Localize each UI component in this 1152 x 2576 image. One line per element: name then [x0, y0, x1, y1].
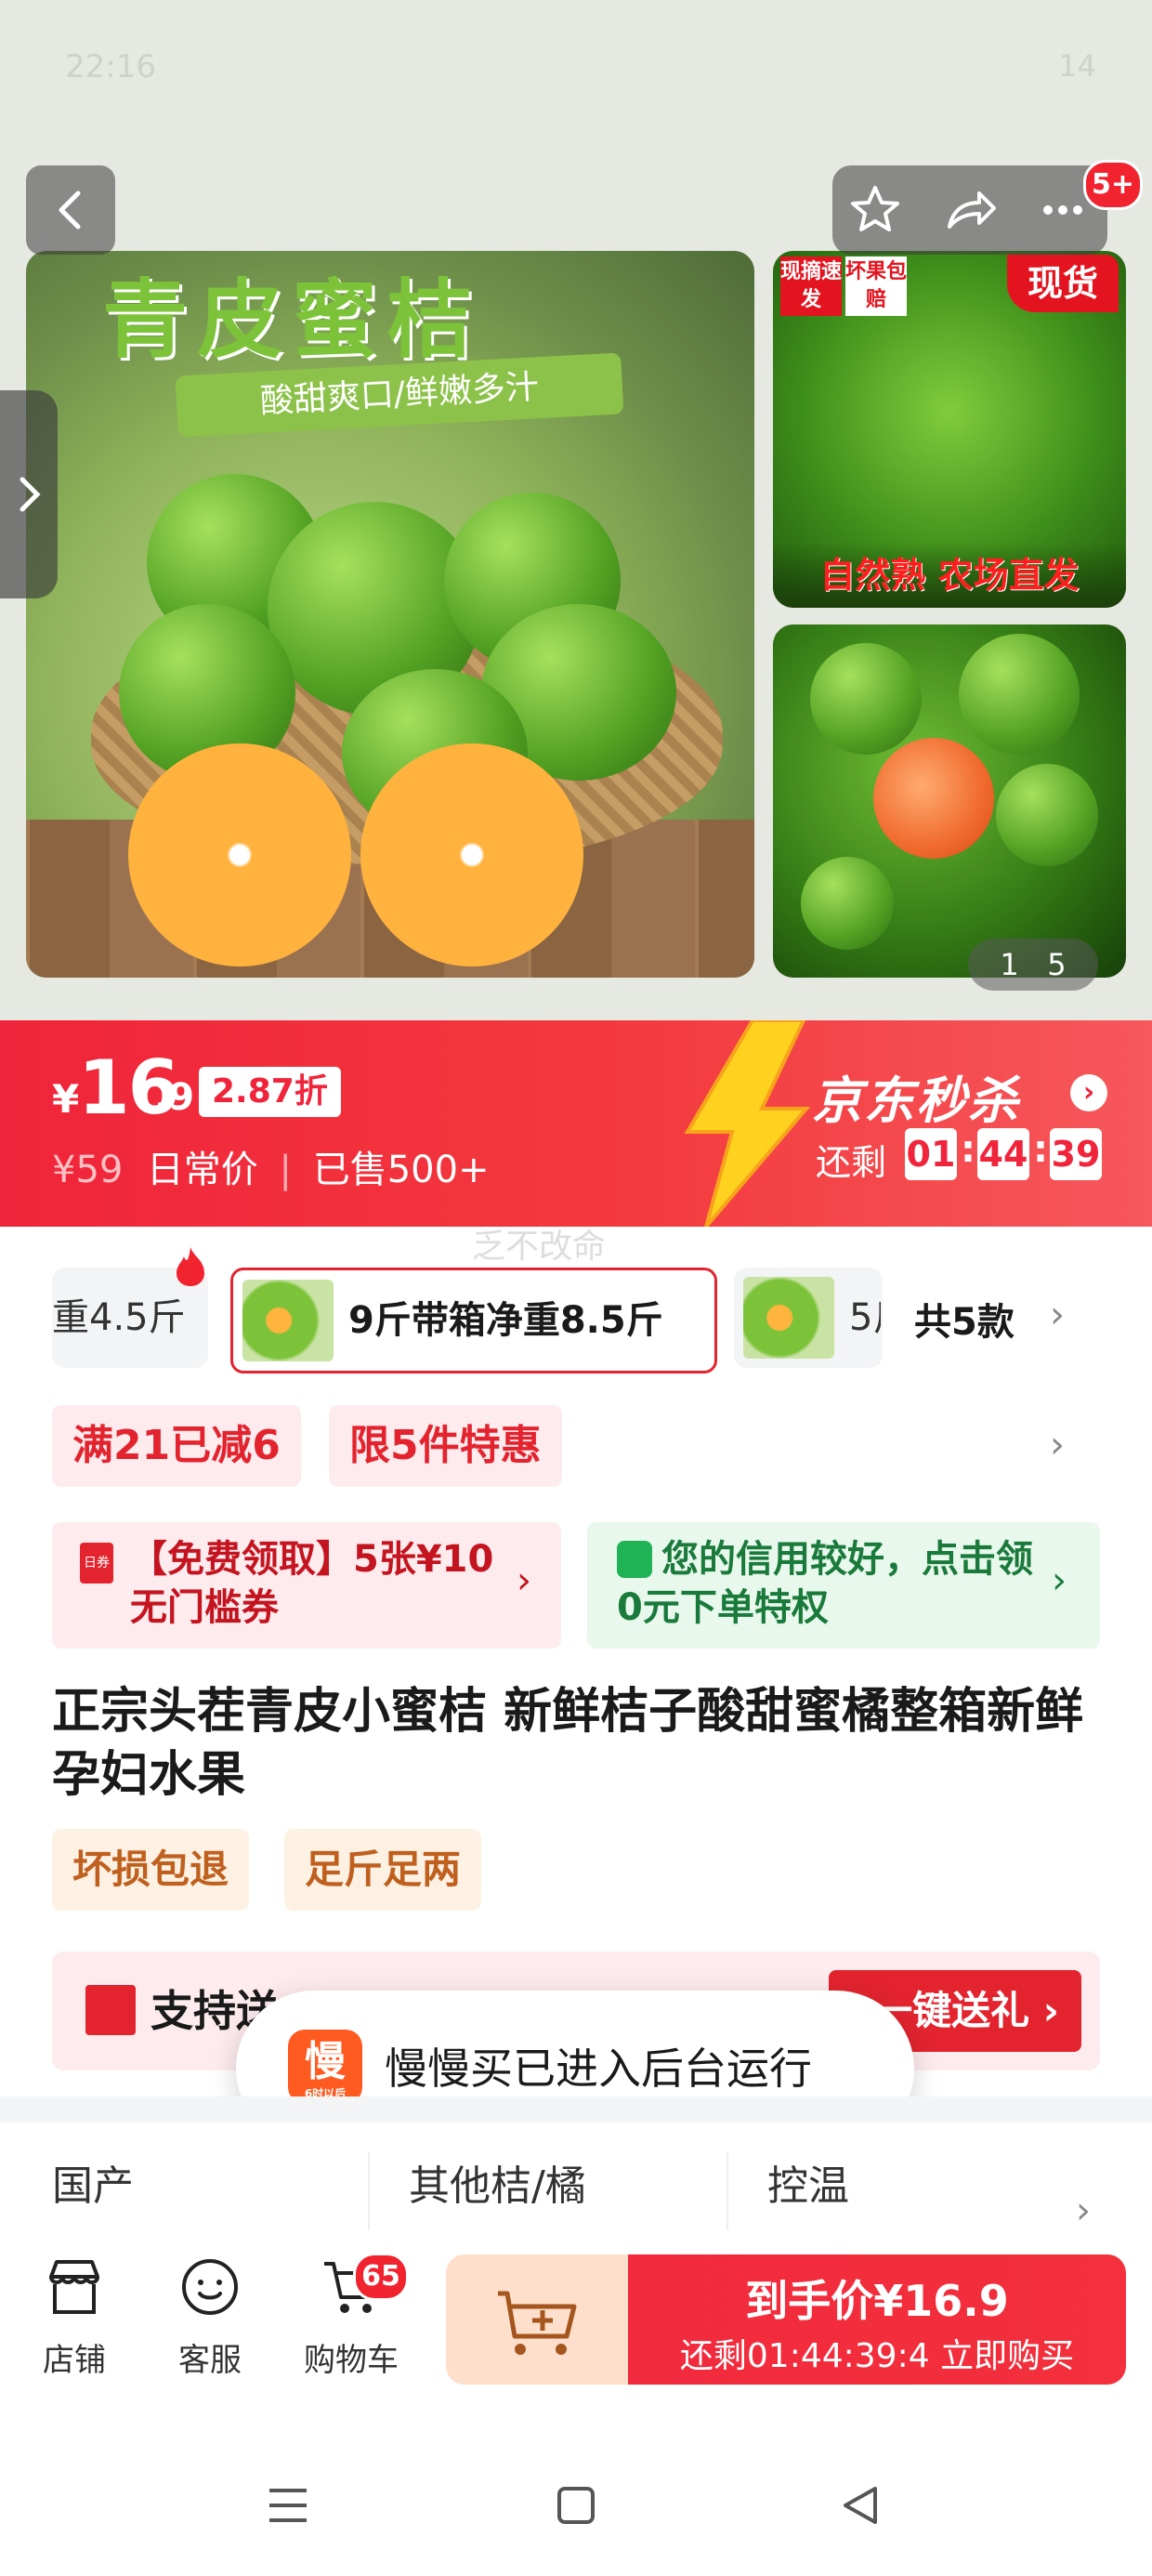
- service-tag: 坏损包退: [52, 1829, 250, 1911]
- variant-label: 9斤带箱净重8.5斤: [348, 1299, 663, 1342]
- chevron-right-icon[interactable]: ›: [1050, 1424, 1065, 1466]
- variant-label: 重4.5斤: [52, 1296, 186, 1339]
- chevron-right-icon[interactable]: ›: [1076, 2189, 1091, 2232]
- flash-sale-title[interactable]: 京东秒杀: [812, 1059, 1020, 1133]
- daily-price-row: ¥59 日常价 | 已售500+: [52, 1139, 490, 1193]
- cart-label: 购物车: [304, 2342, 399, 2379]
- sold-count: 已售500+: [312, 1149, 490, 1191]
- credit-card[interactable]: 您的信用较好，点击领0元下单特权 ›: [587, 1522, 1100, 1649]
- share-icon[interactable]: [940, 180, 1000, 240]
- back-nav-icon[interactable]: [836, 2481, 884, 2530]
- coupon-card[interactable]: 日券 【免费领取】5张¥10无门槛券 ›: [52, 1522, 561, 1649]
- image-caption: 自然熟 农场直发: [773, 543, 1126, 608]
- peeled-tangerine: [873, 738, 994, 859]
- coupon-text: 【免费领取】5张¥10无门槛券: [130, 1538, 494, 1629]
- thumbnail-image-2[interactable]: [773, 624, 1126, 978]
- countdown-minutes: 44: [977, 1128, 1029, 1180]
- buy-price: 到手价¥16.9: [745, 2276, 1009, 2326]
- promo-full-reduction[interactable]: 满21已减6: [52, 1405, 301, 1487]
- variant-option[interactable]: 5斤: [734, 1268, 883, 1368]
- image-title: 青皮蜜桔: [102, 269, 482, 370]
- tangerine: [959, 634, 1080, 755]
- cart-count-badge: 65: [353, 2253, 409, 2301]
- status-battery: 14: [1058, 48, 1096, 84]
- chevron-right-icon: [20, 477, 41, 512]
- variant-thumbnail: [743, 1277, 834, 1359]
- shop-label: 店铺: [43, 2342, 106, 2379]
- service-tag: 足斤足两: [284, 1829, 482, 1911]
- countdown-colon: :: [1033, 1128, 1048, 1171]
- status-time: 22:16: [65, 48, 156, 85]
- star-icon[interactable]: [845, 180, 905, 240]
- countdown-label: 还剩: [816, 1142, 887, 1183]
- chevron-left-icon: [59, 191, 81, 230]
- image-tag: 坏果包赔: [845, 256, 907, 316]
- back-button[interactable]: [26, 165, 115, 255]
- tangerine-half: [360, 743, 583, 966]
- coupon-icon: 日券: [80, 1543, 113, 1584]
- message-badge: 5+: [1083, 160, 1143, 210]
- service-button[interactable]: 客服: [154, 2254, 266, 2380]
- gift-icon: [85, 1985, 136, 2035]
- section-divider: [0, 2096, 1152, 2123]
- variant-label: 5斤: [849, 1296, 881, 1339]
- variant-option-selected[interactable]: 9斤带箱净重8.5斤: [230, 1268, 717, 1373]
- store-icon: [49, 2260, 99, 2314]
- price-decimal: .9: [154, 1076, 195, 1119]
- app-icon: 慢 6时以后: [288, 2030, 362, 2104]
- shop-button[interactable]: 店铺: [19, 2254, 130, 2380]
- tangerine: [810, 643, 922, 755]
- countdown-hours: 01: [905, 1128, 957, 1180]
- watermark-text: 乏不改命: [472, 1228, 607, 1266]
- status-bar: [0, 0, 1152, 139]
- tangerine: [801, 857, 894, 950]
- variant-thumbnail: [242, 1280, 334, 1361]
- chevron-right-icon: ›: [1052, 1559, 1067, 1602]
- variant-total[interactable]: 共5款: [914, 1292, 1015, 1346]
- tangerine-half: [128, 743, 351, 966]
- side-drawer-tab[interactable]: [0, 390, 58, 598]
- chevron-right-icon[interactable]: ›: [1050, 1294, 1065, 1336]
- price-currency: ¥: [52, 1076, 80, 1122]
- flash-sale-arrow-icon[interactable]: ›: [1070, 1074, 1107, 1111]
- thumbnail-image-1[interactable]: 现摘速发 坏果包赔 现货 自然熟 农场直发: [773, 251, 1126, 608]
- countdown-seconds: 39: [1050, 1128, 1102, 1180]
- image-tag: 现摘速发: [780, 256, 842, 316]
- countdown-colon: :: [961, 1128, 975, 1171]
- service-label: 客服: [178, 2342, 242, 2379]
- credit-text: 您的信用较好，点击领0元下单特权: [617, 1538, 1033, 1629]
- lightning-icon: [684, 1020, 811, 1227]
- home-icon[interactable]: [552, 2481, 600, 2530]
- image-tag: 现货: [1007, 255, 1119, 312]
- original-price-label: 日常价: [146, 1149, 258, 1191]
- attribute-value: 控温: [767, 2162, 849, 2210]
- top-action-group: [832, 165, 1107, 255]
- attribute-value: 其他桔/橘: [409, 2162, 586, 2210]
- hot-fire-icon: [177, 1247, 204, 1286]
- discount-badge: 2.87折: [199, 1067, 341, 1117]
- product-title: 正宗头茬青皮小蜜桔 新鲜桔子酸甜蜜橘整箱新鲜孕妇水果: [52, 1684, 1084, 1803]
- add-cart-icon: [498, 2291, 577, 2355]
- customer-service-icon: [182, 2259, 238, 2315]
- buy-countdown: 还剩01:44:39:4 立即购买: [679, 2337, 1075, 2375]
- separator: |: [279, 1149, 292, 1191]
- menu-icon[interactable]: [264, 2481, 312, 2530]
- chevron-right-icon: ›: [517, 1559, 531, 1602]
- promo-limited[interactable]: 限5件特惠: [329, 1405, 562, 1487]
- tangerine: [996, 764, 1098, 866]
- original-price: ¥59: [52, 1149, 124, 1191]
- add-to-cart-button[interactable]: [446, 2254, 628, 2385]
- buy-now-button[interactable]: 到手价¥16.9 还剩01:44:39:4 立即购买: [628, 2254, 1126, 2385]
- attribute-value: 国产: [52, 2162, 134, 2210]
- image-counter: 1 5: [968, 939, 1098, 991]
